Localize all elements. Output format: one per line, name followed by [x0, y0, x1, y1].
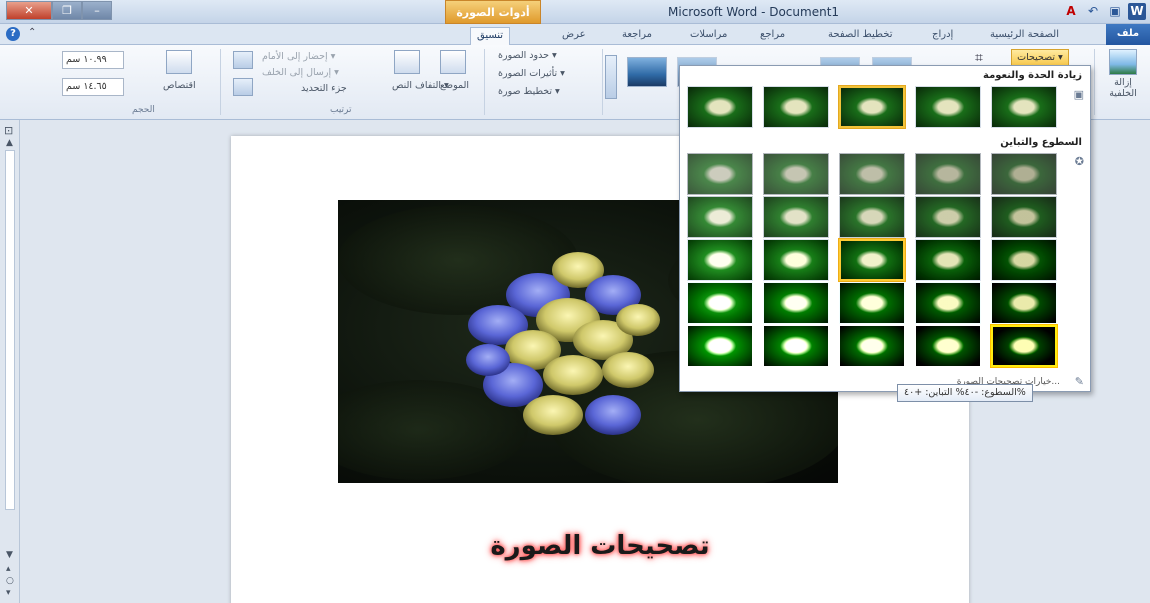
tab-review[interactable]: مراجعة [616, 27, 658, 45]
width-spinner[interactable]: ١٤.٦٥ سم [62, 78, 124, 96]
brightness-contrast-option[interactable] [839, 196, 905, 238]
crop-label[interactable]: اقتصاص [163, 80, 196, 91]
brightness-contrast-option[interactable] [763, 239, 829, 281]
left-ruler: ⊡ ▲ ▼ ▴ ○ ▾ [0, 120, 20, 603]
scroll-down-icon[interactable]: ▼ [6, 550, 13, 560]
sharpen-option[interactable] [763, 86, 829, 128]
brightness-contrast-option[interactable] [763, 325, 829, 367]
brightness-contrast-option[interactable] [687, 325, 753, 367]
brightness-contrast-option[interactable] [991, 153, 1057, 195]
word-icon[interactable]: W [1128, 3, 1146, 20]
brightness-contrast-option[interactable] [991, 325, 1057, 367]
brightness-contrast-title: السطوع والتباين [1000, 137, 1082, 148]
picture-style-thumb-1[interactable] [627, 57, 667, 87]
send-backward-button[interactable]: إرسال إلى الخلف ▾ [262, 67, 339, 78]
brightness-contrast-option[interactable] [915, 282, 981, 324]
minimize-button[interactable]: – [82, 1, 112, 20]
styles-scroll-icon[interactable] [605, 55, 617, 99]
picture-layout-button[interactable]: تخطيط صورة ▾ [498, 86, 560, 97]
vertical-ruler[interactable] [5, 150, 15, 510]
scroll-up-icon[interactable]: ▲ [6, 138, 13, 148]
picture-border-button[interactable]: حدود الصورة ▾ [498, 50, 557, 61]
ruler-toggle-icon[interactable]: ⊡ [4, 124, 13, 137]
tab-home[interactable]: الصفحة الرئيسية [984, 27, 1065, 45]
height-spinner[interactable]: ١٠.٩٩ سم [62, 51, 124, 69]
size-group-label: الحجم [132, 105, 155, 115]
restore-button[interactable]: ❐ [52, 1, 82, 20]
ribbon-tabs: ? ⌃ تنسيق عرض مراجعة مراسلات مراجع تخطيط… [0, 24, 1150, 45]
window-title: Microsoft Word - Document1 [668, 5, 840, 19]
quick-access-toolbar: A ↶ ▣ W [1062, 3, 1146, 20]
position-icon[interactable] [440, 50, 466, 74]
remove-background-button[interactable]: إزالة الخلفية [1100, 49, 1146, 107]
close-button[interactable]: ✕ [6, 1, 52, 20]
save-icon[interactable]: ▣ [1106, 3, 1124, 20]
crop-icon[interactable] [166, 50, 192, 74]
brightness-contrast-option[interactable] [763, 196, 829, 238]
window-controls: ✕ ❐ – [6, 1, 112, 20]
sharpen-soften-title: زيادة الحدة والنعومة [983, 70, 1082, 81]
sharpen-option[interactable] [687, 86, 753, 128]
gallery-tooltip: السطوع: -٤٠% التباين: +٤٠% [897, 384, 1033, 402]
brightness-contrast-option[interactable] [687, 239, 753, 281]
bring-forward-button[interactable]: إحضار إلى الأمام ▾ [262, 51, 335, 62]
brightness-contrast-option[interactable] [991, 282, 1057, 324]
brightness-contrast-option[interactable] [839, 325, 905, 367]
brightness-contrast-option[interactable] [687, 153, 753, 195]
align-icon[interactable] [233, 51, 253, 69]
undo-icon[interactable]: ↶ [1084, 3, 1102, 20]
sharpen-option[interactable] [915, 86, 981, 128]
brightness-contrast-option[interactable] [839, 239, 905, 281]
sharpen-side-icon: ▣ [1073, 88, 1084, 101]
font-color-icon[interactable]: A [1062, 3, 1080, 20]
tab-page-layout[interactable]: تخطيط الصفحة [822, 27, 899, 45]
tab-file[interactable]: ملف [1106, 24, 1150, 45]
brightness-contrast-option[interactable] [763, 282, 829, 324]
position-button[interactable]: الموضع [440, 80, 469, 91]
picture-tools-header: أدوات الصورة [445, 0, 541, 24]
brightness-contrast-option[interactable] [687, 282, 753, 324]
selection-pane-button[interactable]: جزء التحديد [301, 83, 347, 94]
compress-icon[interactable]: ⌗ [975, 50, 983, 66]
corrections-gallery: زيادة الحدة والنعومة ▣ السطوع والتباين ✪… [679, 65, 1091, 392]
help-icon[interactable]: ? [6, 27, 20, 41]
tab-format[interactable]: تنسيق [470, 27, 511, 45]
sharpen-option[interactable] [991, 86, 1057, 128]
title-bar: ✕ ❐ – أدوات الصورة Microsoft Word - Docu… [0, 0, 1150, 24]
next-page-icon[interactable]: ▾ [6, 588, 11, 598]
remove-background-label: إزالة الخلفية [1109, 77, 1137, 99]
options-icon: ✎ [1074, 375, 1084, 388]
prev-page-icon[interactable]: ▴ [6, 564, 11, 574]
wrap-text-icon[interactable] [394, 50, 420, 74]
brightness-contrast-option[interactable] [687, 196, 753, 238]
brightness-contrast-option[interactable] [991, 196, 1057, 238]
brightness-contrast-option[interactable] [915, 196, 981, 238]
brightness-contrast-option[interactable] [915, 153, 981, 195]
brightness-contrast-option[interactable] [839, 153, 905, 195]
tab-insert[interactable]: إدراج [926, 27, 959, 45]
brightness-side-icon: ✪ [1074, 155, 1084, 168]
brightness-contrast-option[interactable] [915, 325, 981, 367]
brightness-contrast-option[interactable] [915, 239, 981, 281]
picture-effects-button[interactable]: تأثيرات الصورة ▾ [498, 68, 565, 79]
rotate-icon[interactable] [233, 78, 253, 96]
brightness-contrast-option[interactable] [763, 153, 829, 195]
document-caption[interactable]: تصحيحات الصورة [231, 531, 969, 561]
sharpen-option[interactable] [839, 86, 905, 128]
tab-view[interactable]: عرض [556, 27, 592, 45]
remove-background-icon [1109, 49, 1137, 75]
browse-object-icon[interactable]: ○ [6, 576, 14, 586]
minimize-ribbon-icon[interactable]: ⌃ [28, 27, 36, 41]
tab-references[interactable]: مراجع [754, 27, 791, 45]
brightness-contrast-option[interactable] [839, 282, 905, 324]
brightness-contrast-option[interactable] [991, 239, 1057, 281]
tab-mailings[interactable]: مراسلات [684, 27, 733, 45]
arrange-group-label: ترتيب [330, 105, 352, 115]
